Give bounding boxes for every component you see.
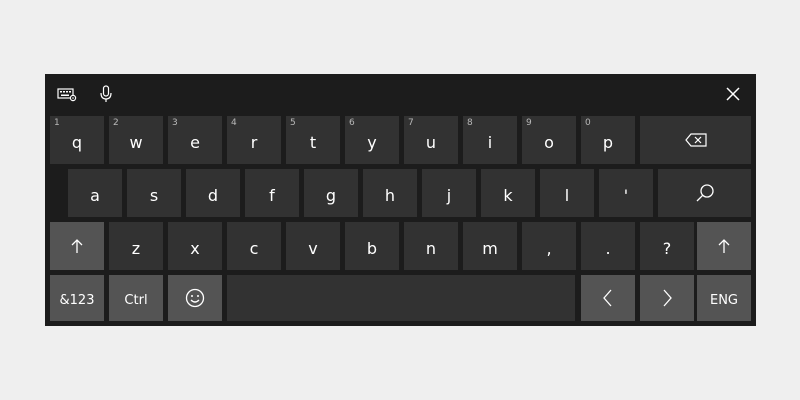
symbols-key[interactable]: &123 (50, 275, 104, 321)
key-m[interactable]: m (463, 222, 517, 270)
chevron-right-icon (662, 289, 672, 307)
key-apostrophe[interactable]: ' (599, 169, 653, 217)
backspace-icon (684, 133, 707, 147)
search-icon (695, 183, 715, 203)
key-label: , (546, 238, 552, 258)
backspace-key[interactable] (640, 116, 751, 164)
key-number-hint: 3 (172, 118, 178, 128)
key-label: e (190, 132, 200, 152)
key-label: v (308, 238, 318, 258)
left-arrow-key[interactable] (581, 275, 635, 321)
touch-keyboard: 1q 2w 3e 4r 5t 6y 7u 8i 9o 0p a s d f g … (45, 74, 756, 326)
key-label: m (482, 238, 498, 258)
key-label: h (384, 185, 396, 205)
key-number-hint: 1 (54, 118, 60, 128)
key-r[interactable]: 4r (227, 116, 281, 164)
key-label: k (503, 185, 513, 205)
key-period[interactable]: . (581, 222, 635, 270)
key-l[interactable]: l (540, 169, 594, 217)
key-j[interactable]: j (422, 169, 476, 217)
key-label: o (544, 132, 554, 152)
key-label: c (249, 238, 259, 258)
key-e[interactable]: 3e (168, 116, 222, 164)
key-label: l (564, 185, 570, 205)
key-label: . (605, 238, 611, 258)
key-label: x (190, 238, 200, 258)
key-number-hint: 5 (290, 118, 296, 128)
key-label: Ctrl (124, 292, 148, 308)
key-x[interactable]: x (168, 222, 222, 270)
key-label: y (367, 132, 377, 152)
search-key[interactable] (658, 169, 751, 217)
key-c[interactable]: c (227, 222, 281, 270)
key-i[interactable]: 8i (463, 116, 517, 164)
key-number-hint: 0 (585, 118, 591, 128)
shift-key-right[interactable] (697, 222, 751, 270)
emoji-key[interactable] (168, 275, 222, 321)
right-arrow-key[interactable] (640, 275, 694, 321)
key-label: r (250, 132, 258, 152)
key-a[interactable]: a (68, 169, 122, 217)
key-label: j (446, 185, 452, 205)
key-d[interactable]: d (186, 169, 240, 217)
key-k[interactable]: k (481, 169, 535, 217)
key-q[interactable]: 1q (50, 116, 104, 164)
key-label: ? (662, 238, 672, 258)
key-label: i (487, 132, 493, 152)
key-label: q (71, 132, 83, 152)
key-number-hint: 4 (231, 118, 237, 128)
key-label: u (425, 132, 437, 152)
key-question[interactable]: ? (640, 222, 694, 270)
key-o[interactable]: 9o (522, 116, 576, 164)
key-grid: 1q 2w 3e 4r 5t 6y 7u 8i 9o 0p a s d f g … (45, 74, 756, 326)
key-y[interactable]: 6y (345, 116, 399, 164)
key-w[interactable]: 2w (109, 116, 163, 164)
key-z[interactable]: z (109, 222, 163, 270)
key-n[interactable]: n (404, 222, 458, 270)
key-label: n (425, 238, 437, 258)
key-number-hint: 8 (467, 118, 473, 128)
key-label: a (90, 185, 100, 205)
key-number-hint: 7 (408, 118, 414, 128)
key-label: &123 (59, 292, 95, 308)
key-f[interactable]: f (245, 169, 299, 217)
key-label: z (131, 238, 141, 258)
key-p[interactable]: 0p (581, 116, 635, 164)
key-label: p (602, 132, 614, 152)
key-b[interactable]: b (345, 222, 399, 270)
key-number-hint: 2 (113, 118, 119, 128)
key-label: t (309, 132, 317, 152)
shift-up-arrow-icon (71, 238, 83, 254)
key-number-hint: 6 (349, 118, 355, 128)
key-label: w (129, 132, 143, 152)
emoji-icon (185, 288, 205, 308)
language-key[interactable]: ENG (697, 275, 751, 321)
key-label: ENG (709, 292, 738, 308)
key-label: s (149, 185, 159, 205)
chevron-left-icon (603, 289, 613, 307)
key-label: b (366, 238, 378, 258)
ctrl-key[interactable]: Ctrl (109, 275, 163, 321)
key-number-hint: 9 (526, 118, 532, 128)
key-g[interactable]: g (304, 169, 358, 217)
shift-key-left[interactable] (50, 222, 104, 270)
key-t[interactable]: 5t (286, 116, 340, 164)
key-label: f (269, 185, 275, 205)
key-s[interactable]: s (127, 169, 181, 217)
key-label: ' (623, 185, 629, 205)
shift-up-arrow-icon (718, 238, 730, 254)
key-h[interactable]: h (363, 169, 417, 217)
space-bar[interactable] (227, 275, 575, 321)
key-comma[interactable]: , (522, 222, 576, 270)
key-label: g (325, 185, 337, 205)
key-v[interactable]: v (286, 222, 340, 270)
key-u[interactable]: 7u (404, 116, 458, 164)
key-label: d (207, 185, 219, 205)
